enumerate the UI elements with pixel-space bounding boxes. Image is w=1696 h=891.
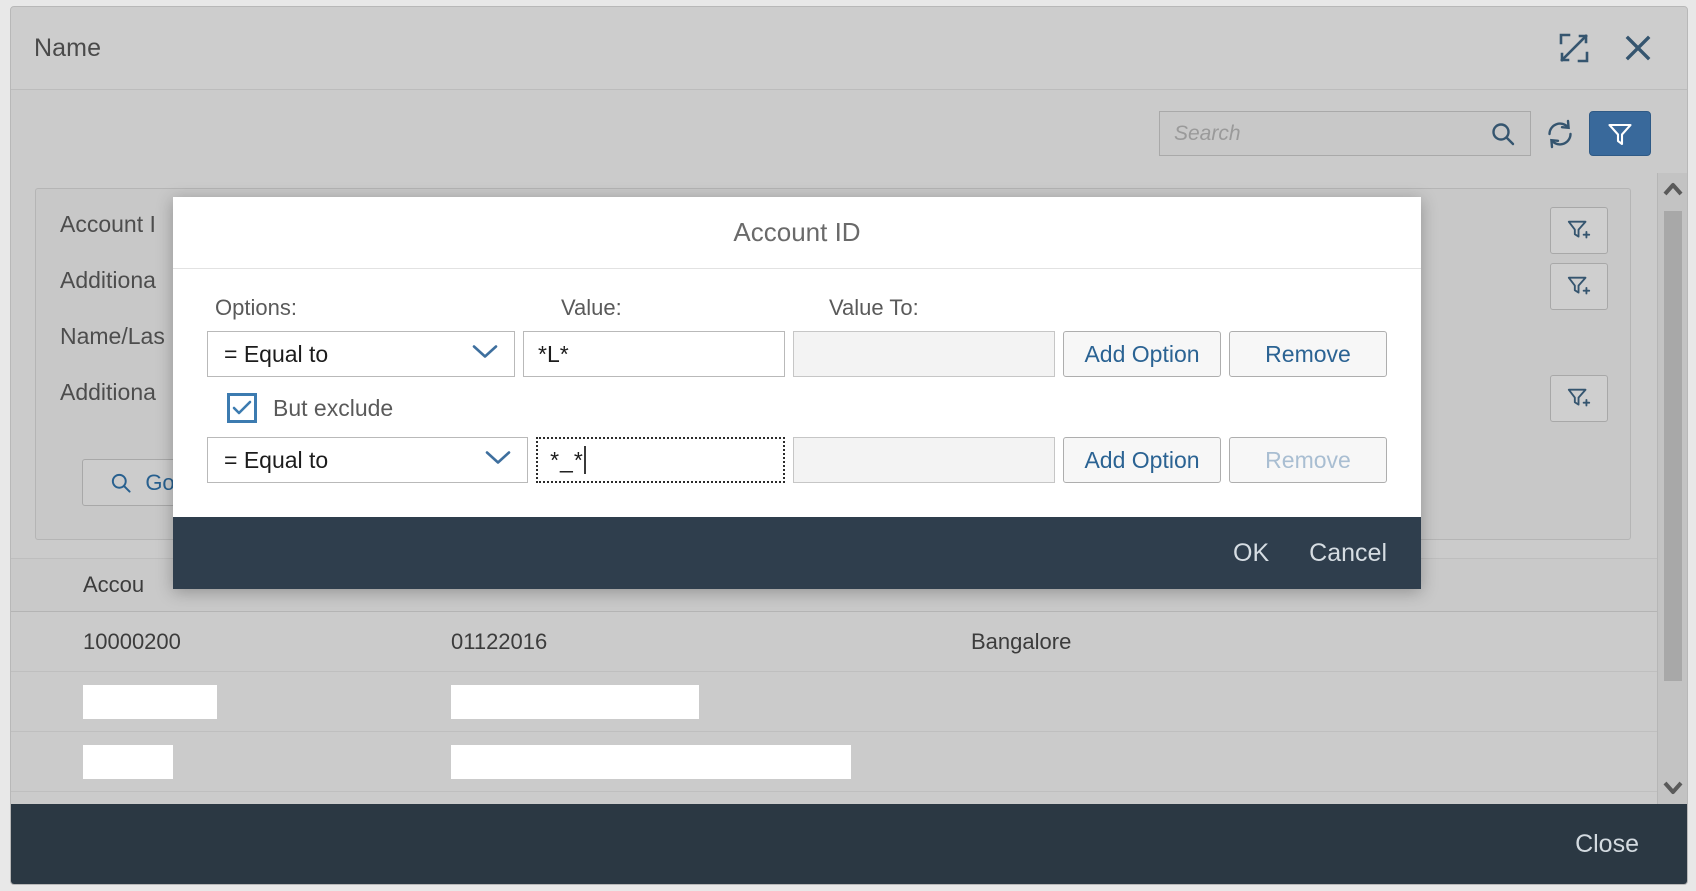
dialog-footer: OK Cancel [173, 517, 1421, 589]
chevron-down-icon [483, 448, 513, 473]
chevron-up-icon[interactable] [1662, 173, 1684, 207]
filter-label: Additiona [60, 267, 156, 293]
operator-select-1[interactable]: = Equal to [207, 437, 529, 483]
scrollbar-thumb[interactable] [1663, 211, 1682, 681]
cell-city: Bangalore [971, 628, 1072, 654]
bottom-action-bar: Close [11, 804, 1687, 884]
page-title: Name [34, 33, 102, 62]
cell-date: 01122016 [451, 628, 548, 654]
cell-account-id [11, 684, 451, 719]
redacted-block [83, 684, 217, 719]
but-exclude-label: But exclude [273, 394, 394, 421]
filter-add-icon-2[interactable] [1550, 375, 1608, 422]
filter-field-additional-1: Additiona [60, 267, 156, 294]
results-table: Accou 10000200 01122016 Bangalore [11, 558, 1687, 792]
column-label-options: Options: [215, 295, 297, 320]
add-option-button-0[interactable]: Add Option [1063, 331, 1221, 377]
window-header-actions [1557, 31, 1653, 65]
filter-add-icon-0[interactable] [1550, 207, 1608, 254]
table-row[interactable] [11, 732, 1687, 792]
column-label-value-to: Value To: [829, 295, 919, 320]
refresh-icon[interactable] [1543, 117, 1577, 151]
close-button[interactable]: Close [1575, 830, 1639, 859]
value-to-input-1[interactable] [793, 437, 1055, 483]
redacted-block [83, 744, 173, 779]
dialog-title-bar: Account ID [173, 197, 1421, 269]
dialog-title: Account ID [733, 217, 861, 247]
text-caret [583, 446, 586, 474]
vertical-scrollbar[interactable] [1657, 173, 1687, 804]
filter-label: Name/Las [60, 323, 165, 349]
chevron-down-icon[interactable] [1662, 770, 1684, 804]
search-field[interactable] [1159, 111, 1531, 156]
condition-row-0: = Equal to Add Option Remove [207, 331, 1387, 377]
filter-button[interactable] [1589, 111, 1651, 156]
but-exclude-checkbox[interactable] [227, 393, 257, 423]
filter-label: Account I [60, 211, 156, 237]
redacted-block [451, 744, 851, 779]
filter-field-additional-2: Additiona [60, 379, 156, 406]
name-dialog-window: Name Search Account I Additiona Name/Las… [10, 6, 1688, 885]
cell-date [451, 684, 971, 719]
value-to-input-0[interactable] [793, 331, 1055, 377]
filter-icon [1608, 123, 1632, 145]
search-toolbar [1159, 111, 1651, 156]
search-input[interactable] [1174, 121, 1486, 146]
value-input-1[interactable]: *_* [536, 437, 785, 483]
ok-button[interactable]: OK [1233, 539, 1269, 568]
filter-field-account-id: Account I [60, 211, 156, 238]
cell-date [451, 744, 971, 779]
filter-label: Additiona [60, 379, 156, 405]
cancel-button[interactable]: Cancel [1309, 539, 1387, 568]
operator-select-label: = Equal to [224, 340, 329, 367]
cell-account-id [11, 744, 451, 779]
redacted-block [451, 684, 699, 719]
add-option-button-1[interactable]: Add Option [1063, 437, 1221, 483]
value-help-dialog: Account ID Options: Value: Value To: = E… [173, 197, 1421, 589]
check-icon [232, 400, 252, 415]
operator-select-label: = Equal to [224, 446, 329, 473]
value-input-0[interactable] [523, 331, 785, 377]
filter-add-icon-1[interactable] [1550, 263, 1608, 310]
remove-button-1: Remove [1229, 437, 1387, 483]
but-exclude-row[interactable]: But exclude [227, 393, 1387, 423]
go-button-label: Go [145, 469, 175, 495]
table-row[interactable] [11, 672, 1687, 732]
value-input-1-text: *_* [550, 446, 584, 473]
expand-icon[interactable] [1557, 31, 1591, 65]
search-icon [112, 473, 131, 493]
cell-account-id: 10000200 [83, 628, 181, 654]
close-icon[interactable] [1623, 33, 1653, 63]
chevron-down-icon [470, 342, 500, 367]
column-label-value: Value: [561, 295, 622, 320]
operator-select-0[interactable]: = Equal to [207, 331, 515, 377]
condition-column-headers: Options: Value: Value To: [207, 295, 1387, 321]
search-icon[interactable] [1486, 117, 1520, 151]
dialog-content: Options: Value: Value To: = Equal to Add… [173, 269, 1421, 517]
window-header: Name [11, 7, 1687, 90]
condition-row-1: = Equal to *_* Add Option Remove [207, 437, 1387, 483]
filter-field-name-lastname: Name/Las [60, 323, 165, 350]
remove-button-0[interactable]: Remove [1229, 331, 1387, 377]
table-row[interactable]: 10000200 01122016 Bangalore [11, 612, 1687, 672]
